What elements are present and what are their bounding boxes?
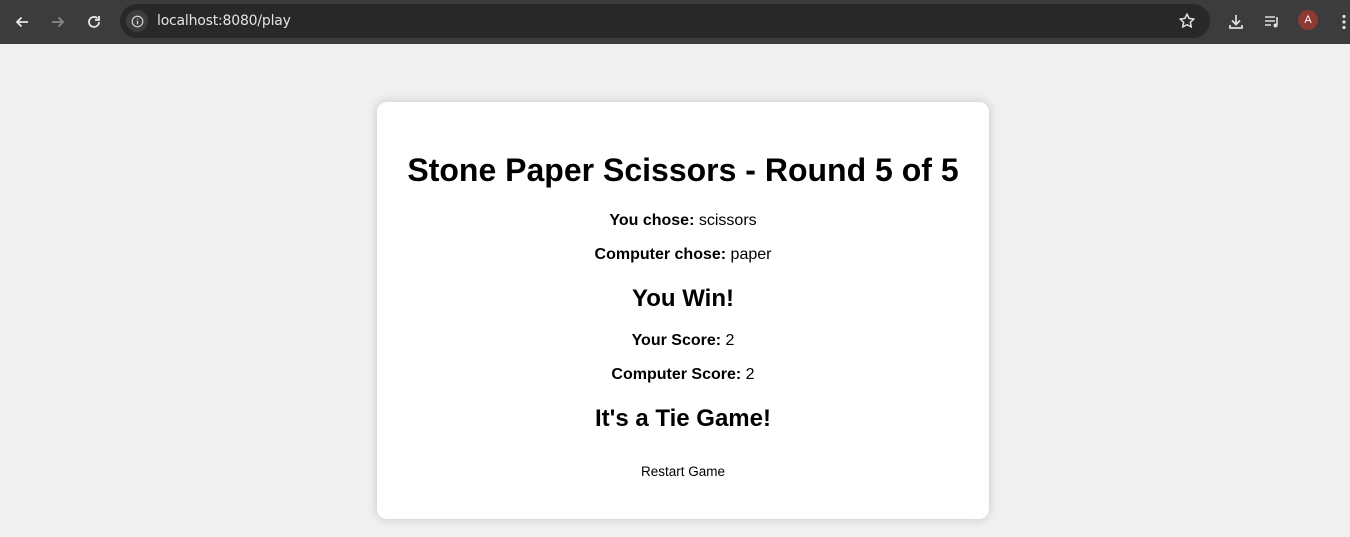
browser-menu-button[interactable]	[1330, 8, 1350, 36]
star-icon[interactable]	[1178, 12, 1196, 30]
site-info-button[interactable]	[126, 10, 148, 32]
address-bar[interactable]: localhost:8080/play	[120, 4, 1210, 38]
player-score-row: Your Score: 2	[377, 332, 989, 350]
menu-icon	[1342, 14, 1346, 30]
player-choice-row: You chose: scissors	[377, 212, 989, 230]
player-choice-value: scissors	[698, 212, 757, 229]
reload-icon	[88, 16, 100, 28]
computer-score-row: Computer Score: 2	[377, 366, 989, 384]
downloads-button[interactable]	[1222, 8, 1250, 36]
media-control-icon	[1265, 16, 1278, 28]
back-button[interactable]	[4, 4, 40, 40]
computer-choice-value: paper	[730, 246, 772, 263]
url-text[interactable]: localhost:8080/play	[157, 13, 291, 29]
player-score-value: 2	[725, 332, 735, 349]
round-result: You Win!	[632, 285, 734, 312]
computer-choice-row: Computer chose: paper	[377, 246, 989, 264]
media-control-button[interactable]	[1258, 8, 1286, 36]
computer-choice-label: Computer chose:	[594, 246, 727, 263]
reload-button[interactable]	[76, 4, 112, 40]
game-card: Stone Paper Scissors - Round 5 of 5 You …	[377, 102, 989, 519]
game-title: Stone Paper Scissors - Round 5 of 5	[407, 152, 959, 188]
forward-icon	[52, 16, 65, 28]
final-result: It's a Tie Game!	[594, 405, 771, 432]
site-info-icon	[131, 15, 143, 27]
computer-score-label: Computer Score:	[611, 366, 742, 383]
download-icon	[1229, 15, 1243, 29]
back-icon	[15, 16, 28, 28]
player-choice-label: You chose:	[609, 212, 695, 229]
forward-button[interactable]	[40, 4, 76, 40]
player-score-label: Your Score:	[631, 332, 722, 349]
restart-game-button[interactable]: Restart Game	[637, 460, 729, 482]
profile-avatar[interactable]: A	[1298, 10, 1318, 30]
browser-toolbar: localhost:8080/play A	[0, 0, 1350, 44]
computer-score-value: 2	[745, 366, 755, 383]
